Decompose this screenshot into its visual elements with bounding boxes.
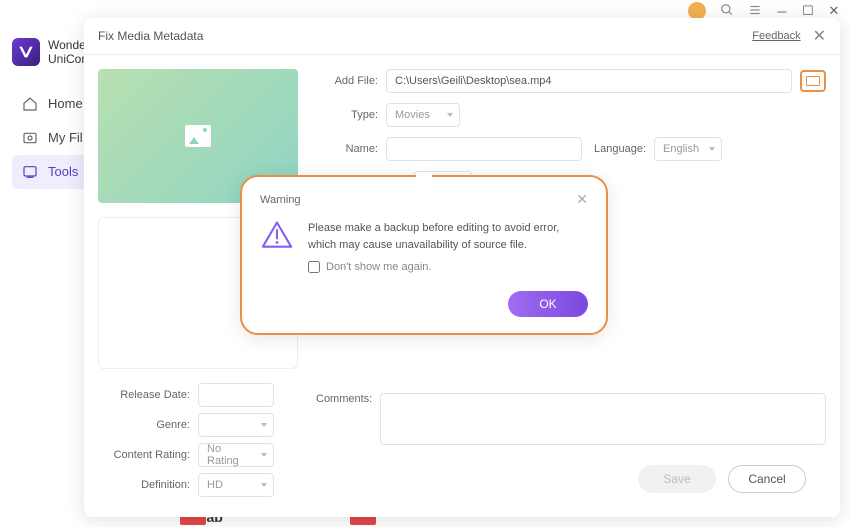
warning-icon	[260, 220, 294, 250]
folder-icon	[22, 130, 38, 146]
dont-show-checkbox-input[interactable]	[308, 261, 320, 273]
minimize-button[interactable]: ─	[776, 5, 788, 17]
warning-title: Warning	[260, 194, 301, 206]
sidebar-item-label: My Fil	[48, 130, 83, 145]
language-label: Language:	[590, 143, 646, 155]
close-window-button[interactable]: ✕	[828, 5, 840, 17]
dont-show-label: Don't show me again.	[326, 261, 431, 273]
dont-show-again-checkbox[interactable]: Don't show me again.	[308, 261, 588, 273]
add-file-label: Add File:	[316, 75, 378, 87]
release-date-label: Release Date:	[98, 389, 190, 401]
maximize-button[interactable]: ☐	[802, 5, 814, 17]
image-placeholder-icon	[185, 125, 211, 147]
language-select[interactable]: English	[654, 137, 722, 161]
file-path-input[interactable]	[386, 69, 792, 93]
release-date-input[interactable]	[198, 383, 274, 407]
menu-icon[interactable]	[748, 3, 762, 20]
content-rating-select[interactable]: No Rating	[198, 443, 274, 467]
name-label: Name:	[316, 143, 378, 155]
modal-close-button[interactable]: ✕	[813, 26, 826, 46]
search-icon[interactable]	[720, 3, 734, 20]
sidebar-item-label: Home	[48, 96, 83, 111]
modal-header: Fix Media Metadata Feedback ✕	[84, 18, 840, 55]
browse-button[interactable]	[800, 70, 826, 92]
save-button: Save	[638, 465, 716, 493]
feedback-link[interactable]: Feedback	[752, 30, 800, 42]
tools-icon	[22, 164, 38, 180]
ok-button[interactable]: OK	[508, 291, 588, 317]
content-rating-label: Content Rating:	[98, 449, 190, 461]
genre-label: Genre:	[98, 419, 190, 431]
definition-label: Definition:	[98, 479, 190, 491]
window-titlebar: ─ ☐ ✕	[0, 0, 850, 18]
sidebar-item-label: Tools	[48, 164, 78, 179]
folder-open-icon	[806, 76, 820, 86]
brand-logo-icon	[12, 38, 40, 66]
comments-label: Comments:	[316, 393, 372, 405]
warning-message: Please make a backup before editing to a…	[308, 220, 588, 253]
cancel-button[interactable]: Cancel	[728, 465, 806, 493]
comments-input[interactable]	[380, 393, 826, 445]
modal-title: Fix Media Metadata	[98, 29, 203, 43]
home-icon	[22, 96, 38, 112]
type-label: Type:	[316, 109, 378, 121]
warning-dialog: Warning ✕ Please make a backup before ed…	[240, 175, 608, 335]
warning-close-button[interactable]: ✕	[576, 191, 588, 208]
genre-select[interactable]	[198, 413, 274, 437]
name-input[interactable]	[386, 137, 582, 161]
type-select[interactable]: Movies	[386, 103, 460, 127]
definition-select[interactable]: HD	[198, 473, 274, 497]
